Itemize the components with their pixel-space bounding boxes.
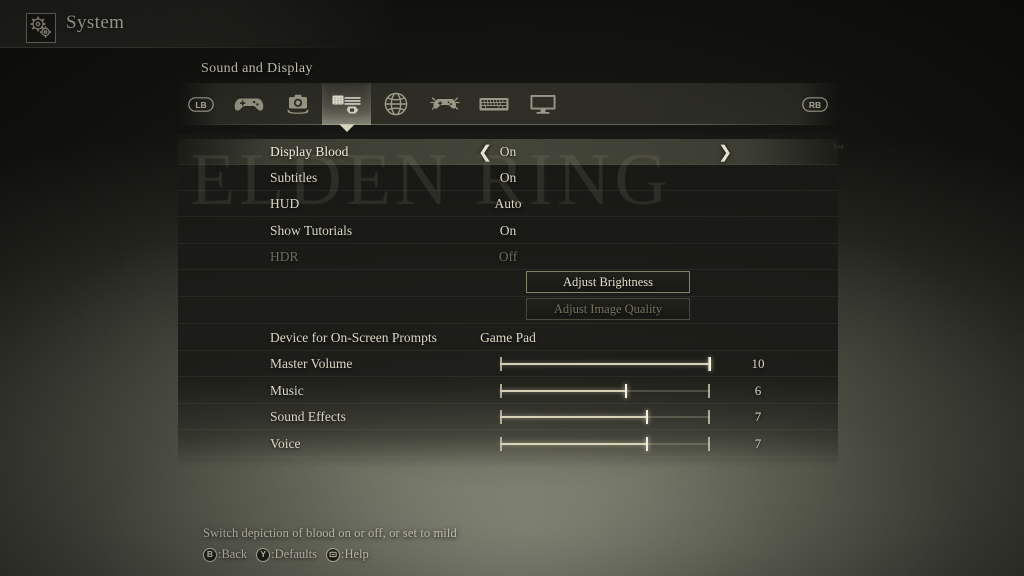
slider-cap-right: [708, 437, 710, 451]
master-volume-slider[interactable]: [500, 357, 711, 371]
monitor-icon: [529, 93, 557, 115]
slider-knob[interactable]: [709, 357, 711, 371]
row-separator: [178, 216, 838, 217]
options-panel: ELDEN RING ™ Display Blood ❮ On ❯ Subtit…: [178, 134, 844, 468]
slider-row-music[interactable]: Music 6: [178, 378, 838, 404]
slider-cap-left: [500, 410, 502, 424]
option-row-device-prompts[interactable]: Device for On-Screen Prompts Game Pad: [178, 325, 838, 351]
slider-fill: [500, 390, 626, 392]
slider-cap-right: [708, 384, 710, 398]
slider-value: 6: [754, 383, 762, 398]
camera-icon: [283, 92, 313, 116]
slider-cap-left: [500, 384, 502, 398]
prompt-label: :Defaults: [271, 547, 317, 561]
slider-label: Voice: [270, 436, 301, 451]
tab-vibration[interactable]: [420, 83, 469, 125]
option-row-hud[interactable]: HUD Auto: [178, 191, 838, 217]
option-value: On: [499, 144, 517, 159]
tab-keyboard[interactable]: [469, 83, 518, 125]
chevron-right-icon[interactable]: ❯: [718, 144, 732, 161]
view-button-icon: [326, 547, 340, 562]
sound-effects-slider[interactable]: [500, 410, 710, 424]
row-separator: [178, 376, 838, 377]
page-title: System: [66, 12, 125, 33]
option-value: Off: [498, 249, 518, 264]
slider-value: 7: [754, 409, 762, 424]
tab-camera[interactable]: [273, 83, 322, 125]
sound-display-icon: [331, 93, 363, 115]
slider-fill: [500, 416, 647, 418]
b-button-icon: B: [203, 547, 217, 562]
prompt-defaults[interactable]: Y :Defaults: [256, 547, 317, 562]
tab-bar: LB RB: [178, 83, 838, 132]
selected-tab-indicator: [338, 124, 355, 132]
tab-network[interactable]: [371, 83, 420, 125]
slider-knob[interactable]: [625, 384, 627, 398]
gamepad-vibration-icon: [429, 93, 461, 115]
adjust-image-quality-button: Adjust Image Quality: [526, 298, 690, 320]
svg-text:RB: RB: [809, 100, 821, 110]
option-value: Auto: [494, 196, 522, 211]
slider-cap-left: [500, 437, 502, 451]
slider-row-voice[interactable]: Voice 7: [178, 431, 838, 457]
option-value: Game Pad: [480, 330, 536, 345]
option-value: On: [499, 170, 517, 185]
game-settings-screen: System Sound and Display LB RB ELDEN RIN…: [0, 0, 1024, 576]
section-label: Sound and Display: [201, 61, 313, 76]
footer: Switch depiction of blood on or off, or …: [203, 526, 457, 562]
lb-bumper[interactable]: LB: [178, 83, 224, 125]
row-separator: [178, 323, 838, 324]
tab-sound-display[interactable]: [322, 83, 371, 132]
slider-row-sound-effects[interactable]: Sound Effects 7: [178, 404, 838, 430]
prompt-back[interactable]: B :Back: [203, 547, 247, 562]
rb-bumper[interactable]: RB: [792, 83, 838, 125]
svg-text:LB: LB: [195, 100, 206, 110]
option-value: On: [499, 223, 517, 238]
slider-row-master-volume[interactable]: Master Volume 10: [178, 351, 838, 377]
button-row-image-quality: Adjust Image Quality: [178, 298, 838, 324]
tab-graphics[interactable]: [518, 83, 567, 125]
option-row-display-blood[interactable]: Display Blood ❮ On ❯: [178, 139, 838, 165]
slider-knob[interactable]: [646, 410, 648, 424]
slider-label: Master Volume: [270, 356, 353, 371]
button-row-brightness: Adjust Brightness: [178, 271, 838, 297]
adjust-brightness-button[interactable]: Adjust Brightness: [526, 271, 690, 293]
slider-cap-left: [500, 357, 502, 371]
slider-cap-right: [708, 410, 710, 424]
button-prompts: B :Back Y :Defaults :Help: [203, 547, 457, 562]
gears-icon: [26, 13, 56, 43]
row-separator: [178, 456, 838, 457]
option-row-subtitles[interactable]: Subtitles On: [178, 165, 838, 191]
y-button-icon: Y: [256, 547, 271, 562]
prompt-help[interactable]: :Help: [326, 547, 369, 562]
keyboard-icon: [478, 95, 510, 113]
option-row-show-tutorials[interactable]: Show Tutorials On: [178, 218, 838, 244]
option-row-hdr: HDR Off: [178, 244, 838, 270]
slider-label: Sound Effects: [270, 409, 346, 424]
slider-fill: [500, 363, 710, 365]
slider-knob[interactable]: [646, 437, 648, 451]
tab-controls[interactable]: [224, 83, 273, 125]
slider-value: 10: [751, 356, 765, 371]
slider-fill: [500, 443, 647, 445]
prompt-label: :Back: [218, 547, 248, 561]
row-separator: [178, 296, 838, 297]
gamepad-icon: [234, 95, 264, 114]
row-separator: [178, 429, 838, 430]
header-bar: System: [0, 0, 400, 48]
voice-slider[interactable]: [500, 437, 710, 451]
prompt-label: :Help: [341, 547, 369, 561]
slider-value: 7: [754, 436, 762, 451]
row-separator: [178, 269, 838, 270]
slider-label: Music: [270, 383, 304, 398]
globe-icon: [383, 91, 409, 117]
hint-text: Switch depiction of blood on or off, or …: [203, 526, 457, 540]
music-slider[interactable]: [500, 384, 710, 398]
